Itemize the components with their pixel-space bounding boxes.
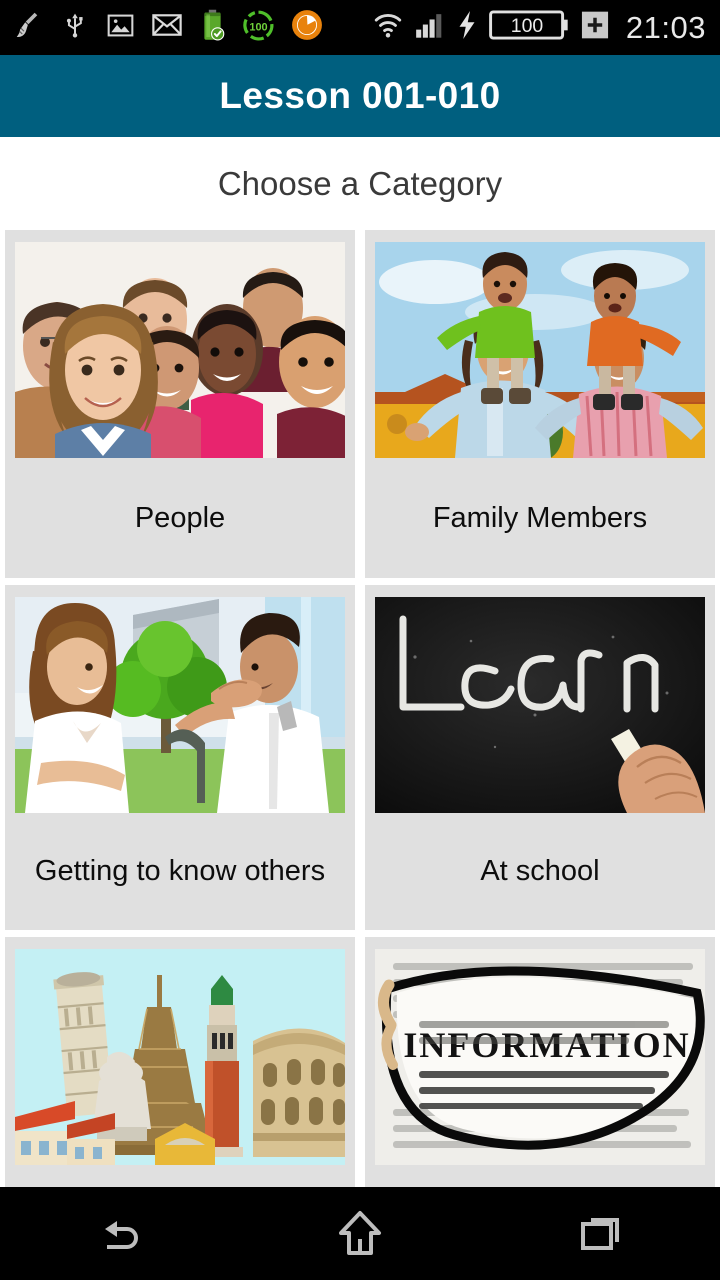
- back-arrow-icon: [105, 1220, 138, 1249]
- category-card-label: [5, 1165, 355, 1187]
- couple-talking-outdoors-photo: [15, 597, 345, 813]
- category-card-family-members[interactable]: Family Members: [365, 230, 715, 578]
- lens-word-information: INFORMATION: [403, 1025, 690, 1065]
- phone-screen: 100 100 21:03 Lesson 001-010 Choose a Ca…: [0, 0, 720, 1280]
- recents-button[interactable]: [480, 1208, 720, 1260]
- grid-row: People Family Members: [0, 230, 720, 585]
- wifi-icon: [372, 11, 404, 44]
- home-house-icon: [339, 1210, 381, 1255]
- battery-percent-100-icon: 100: [243, 10, 274, 46]
- mail-icon: [152, 12, 182, 43]
- information-eyeglasses-photo: INFORMATION: [375, 949, 705, 1165]
- status-bar-clock: 21:03: [625, 9, 706, 45]
- grid-row: INFORMATION: [0, 937, 720, 1187]
- signal-bars-icon: [415, 11, 445, 44]
- category-grid[interactable]: People Family Members Getting to know ot…: [0, 230, 720, 1187]
- screenshot-image-icon: [106, 11, 135, 45]
- cleaner-broom-icon: [14, 10, 44, 45]
- recent-apps-icon: [581, 1217, 619, 1250]
- category-card-getting-to-know-others[interactable]: Getting to know others: [5, 585, 355, 930]
- category-card-label: At school: [480, 855, 600, 887]
- group-of-smiling-people-photo: [15, 242, 345, 458]
- grid-row: Getting to know others At school: [0, 585, 720, 937]
- charging-bolt-icon: [456, 10, 478, 45]
- section-header-label: Choose a Category: [217, 164, 503, 202]
- app-orange-circle-icon: [291, 9, 323, 46]
- battery-plus-icon: [580, 9, 610, 46]
- battery-level-value: 100: [511, 15, 544, 37]
- status-bar: 100 100 21:03: [0, 0, 720, 55]
- back-button[interactable]: [0, 1209, 240, 1259]
- category-card-european-landmarks[interactable]: [5, 937, 355, 1187]
- learn-chalkboard-photo: [375, 597, 705, 813]
- system-navigation-bar: [0, 1187, 720, 1280]
- category-card-people[interactable]: People: [5, 230, 355, 578]
- category-card-label: Getting to know others: [34, 855, 326, 887]
- category-card-at-school[interactable]: At school: [365, 585, 715, 930]
- battery-level-icon: 100: [489, 9, 569, 46]
- usb-icon: [61, 10, 89, 45]
- european-landmarks-photo: [15, 949, 345, 1165]
- app-title-bar: Lesson 001-010: [0, 55, 720, 137]
- page-title: Lesson 001-010: [219, 75, 501, 116]
- category-card-label: [365, 1165, 715, 1187]
- battery-percent-value: 100: [249, 21, 267, 33]
- category-card-label: People: [134, 501, 226, 534]
- family-with-children-photo: [375, 242, 705, 458]
- category-card-information[interactable]: INFORMATION: [365, 937, 715, 1187]
- status-bar-right-icons: 100 21:03: [372, 9, 706, 46]
- section-header: Choose a Category: [0, 137, 720, 230]
- category-card-label: Family Members: [432, 501, 648, 534]
- battery-full-check-icon: [199, 9, 226, 46]
- home-button[interactable]: [240, 1205, 480, 1263]
- status-bar-left-icons: 100: [14, 9, 323, 46]
